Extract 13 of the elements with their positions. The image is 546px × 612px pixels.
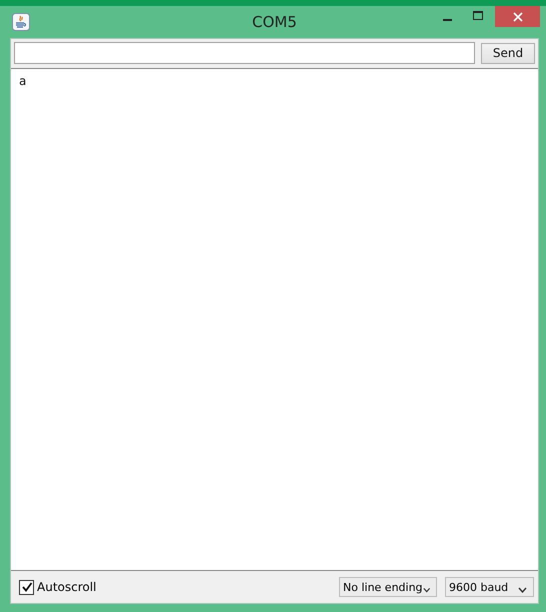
line-ending-dropdown[interactable]: No line ending [339,577,437,597]
input-field[interactable] [14,42,475,64]
java-cup-icon [12,13,30,31]
window-title: COM5 [251,13,298,31]
send-button[interactable]: Send [481,42,535,64]
output-line: a [19,74,26,88]
checkbox[interactable] [19,580,34,594]
close-button[interactable] [495,6,540,27]
chevron-down-icon[interactable] [422,586,430,592]
close-icon[interactable] [512,12,522,22]
chevron-down-icon[interactable] [518,586,527,592]
baud-dropdown[interactable]: 9600 baud [445,577,534,597]
autoscroll-label: Autoscroll [37,580,96,594]
